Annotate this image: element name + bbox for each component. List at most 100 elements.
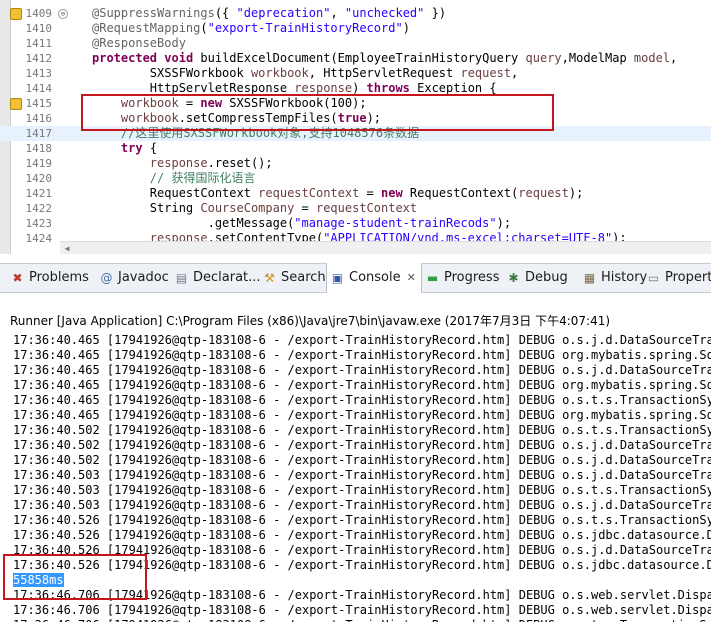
code-token: SXSSFWorkbook [92,66,251,80]
code-text: protected void buildExcelDocument(Employ… [92,51,677,66]
close-icon[interactable]: ✕ [407,264,416,292]
tab-progress[interactable]: ▬ Progress [425,264,500,292]
code-text: @SuppressWarnings({ "deprecation", "unch… [92,6,446,21]
console-line[interactable]: 17:36:46.706 [17941926@qtp-183108-6 - /e… [13,603,711,618]
code-token: RequestContext [92,186,259,200]
tab-label: History [601,270,648,285]
line-number: 1409 [25,7,53,20]
code-text: try { [92,141,157,156]
code-text: String CourseCompany = requestContext [92,201,417,216]
code-line[interactable]: 1422 String CourseCompany = requestConte… [0,201,711,216]
code-line[interactable]: 1419 response.reset(); [0,156,711,171]
tab-console[interactable]: ▣ Console ✕ [326,263,422,293]
console-line[interactable]: 17:36:40.526 [17941926@qtp-183108-6 - /e… [13,528,711,543]
code-line[interactable]: 1410 @RequestMapping("export-TrainHistory… [0,21,711,36]
line-number: 1413 [25,67,53,80]
line-number: 1416 [25,112,53,125]
tab-label: Search [281,270,326,285]
code-token: ,ModelMap [561,51,634,65]
console-line[interactable]: 17:36:40.465 [17941926@qtp-183108-6 - /e… [13,333,711,348]
code-token: , [670,51,678,65]
code-line[interactable]: 1418 try { [0,141,711,156]
problems-icon: ✖ [12,270,23,285]
console-line[interactable]: 17:36:40.526 [17941926@qtp-183108-6 - /e… [13,513,711,528]
code-line[interactable]: 1423 .getMessage("manage-student-trainRe… [0,216,711,231]
console-line[interactable]: 17:36:40.465 [17941926@qtp-183108-6 - /e… [13,378,711,393]
line-number: 1419 [25,157,53,170]
console-line[interactable]: 17:36:40.465 [17941926@qtp-183108-6 - /e… [13,408,711,423]
code-token: ({ [214,6,237,20]
properties-icon: ▭ [647,270,660,285]
history-icon: ▦ [583,270,596,285]
view-tab-bar: ✖ Problems @ Javadoc ▤ Declarat... ⚒ Search ▣ Con… [0,263,711,293]
code-token: }) [424,6,447,20]
code-token: buildExcelDocument(EmployeeTrainHistoryQ… [193,51,526,65]
code-text: @RequestMapping("export-TrainHistoryReco… [92,21,410,36]
code-text: RequestContext requestContext = new Requ… [92,186,584,201]
line-number: 1422 [25,202,53,215]
code-token: requestContext [315,201,418,215]
search-icon: ⚒ [264,270,275,285]
console-line[interactable]: 17:36:40.502 [17941926@qtp-183108-6 - /e… [13,438,711,453]
code-text: .getMessage("manage-student-trainRecods"… [92,216,511,231]
tab-declaration[interactable]: ▤ Declarat... [174,264,261,292]
code-token: = [294,201,316,215]
console-line[interactable]: 17:36:40.502 [17941926@qtp-183108-6 - /e… [13,453,711,468]
code-token: "manage-student-trainRecods" [294,216,497,230]
console-line[interactable]: 17:36:40.465 [17941926@qtp-183108-6 - /e… [13,348,711,363]
code-token: .reset(); [207,156,273,170]
code-token: Exception { [409,81,497,95]
tab-label: Debug [525,270,568,285]
code-line[interactable]: 1421 RequestContext requestContext = new… [0,186,711,201]
tab-problems[interactable]: ✖ Problems [10,264,88,292]
code-token: request [460,66,512,80]
console-line[interactable]: 17:36:40.503 [17941926@qtp-183108-6 - /e… [13,498,711,513]
tab-history[interactable]: ▦ History [582,264,647,292]
code-token: "deprecation" [236,6,331,20]
code-token: request [518,186,569,200]
code-line[interactable]: 1409 ⊖ @SuppressWarnings({ "deprecation", … [0,6,711,21]
fold-toggle-icon[interactable]: ⊖ [58,9,68,19]
code-text: // 获得国际化语言 [92,171,256,186]
code-token: .getMessage( [92,216,295,230]
console-line[interactable]: 17:36:40.465 [17941926@qtp-183108-6 - /e… [13,363,711,378]
code-token: "unchecked" [344,6,425,20]
tab-debug[interactable]: ✱ Debug [506,264,568,292]
code-token: response [149,156,208,170]
line-number: 1414 [25,82,53,95]
javadoc-icon: @ [100,270,113,285]
code-token: @SuppressWarnings [92,6,215,20]
warning-icon[interactable] [10,8,22,20]
code-token: ); [496,216,512,230]
tab-label: Console [349,270,401,285]
console-line[interactable]: 17:36:40.502 [17941926@qtp-183108-6 - /e… [13,423,711,438]
scroll-left-icon[interactable]: ◀ [62,242,72,254]
editor-horizontal-scrollbar[interactable]: ◀ [60,241,711,254]
line-number: 1424 [25,232,53,245]
code-token: protected [92,51,158,65]
declaration-icon: ▤ [175,270,188,285]
console-line[interactable]: 17:36:40.465 [17941926@qtp-183108-6 - /e… [13,393,711,408]
code-token: response [294,81,353,95]
line-number: 1421 [25,187,53,200]
console-process-label: Runner [Java Application] C:\Program Fil… [10,314,611,328]
code-line[interactable]: 1412 protected void buildExcelDocument(Em… [0,51,711,66]
code-token: @RequestMapping [92,21,201,35]
code-line[interactable]: 1420 // 获得国际化语言 [0,171,711,186]
console-line[interactable]: 17:36:46.706 [17941926@qtp-183108-6 - /e… [13,618,711,622]
code-token: new [381,186,403,200]
tab-properties[interactable]: ▭ Propert [646,264,711,292]
tab-search[interactable]: ⚒ Search [262,264,326,292]
warning-icon[interactable] [10,98,22,110]
console-line[interactable]: 17:36:40.503 [17941926@qtp-183108-6 - /e… [13,483,711,498]
highlight-box-timing [3,554,147,600]
code-line[interactable]: 1411 @ResponseBody [0,36,711,51]
code-token: ) [402,21,410,35]
console-icon: ▣ [331,270,344,285]
tab-javadoc[interactable]: @ Javadoc [99,264,169,292]
code-token: model [633,51,671,65]
tab-label: Declarat... [193,270,261,285]
line-number: 1411 [25,37,53,50]
code-line[interactable]: 1413 SXSSFWorkbook workbook, HttpServlet… [0,66,711,81]
console-line[interactable]: 17:36:40.503 [17941926@qtp-183108-6 - /e… [13,468,711,483]
